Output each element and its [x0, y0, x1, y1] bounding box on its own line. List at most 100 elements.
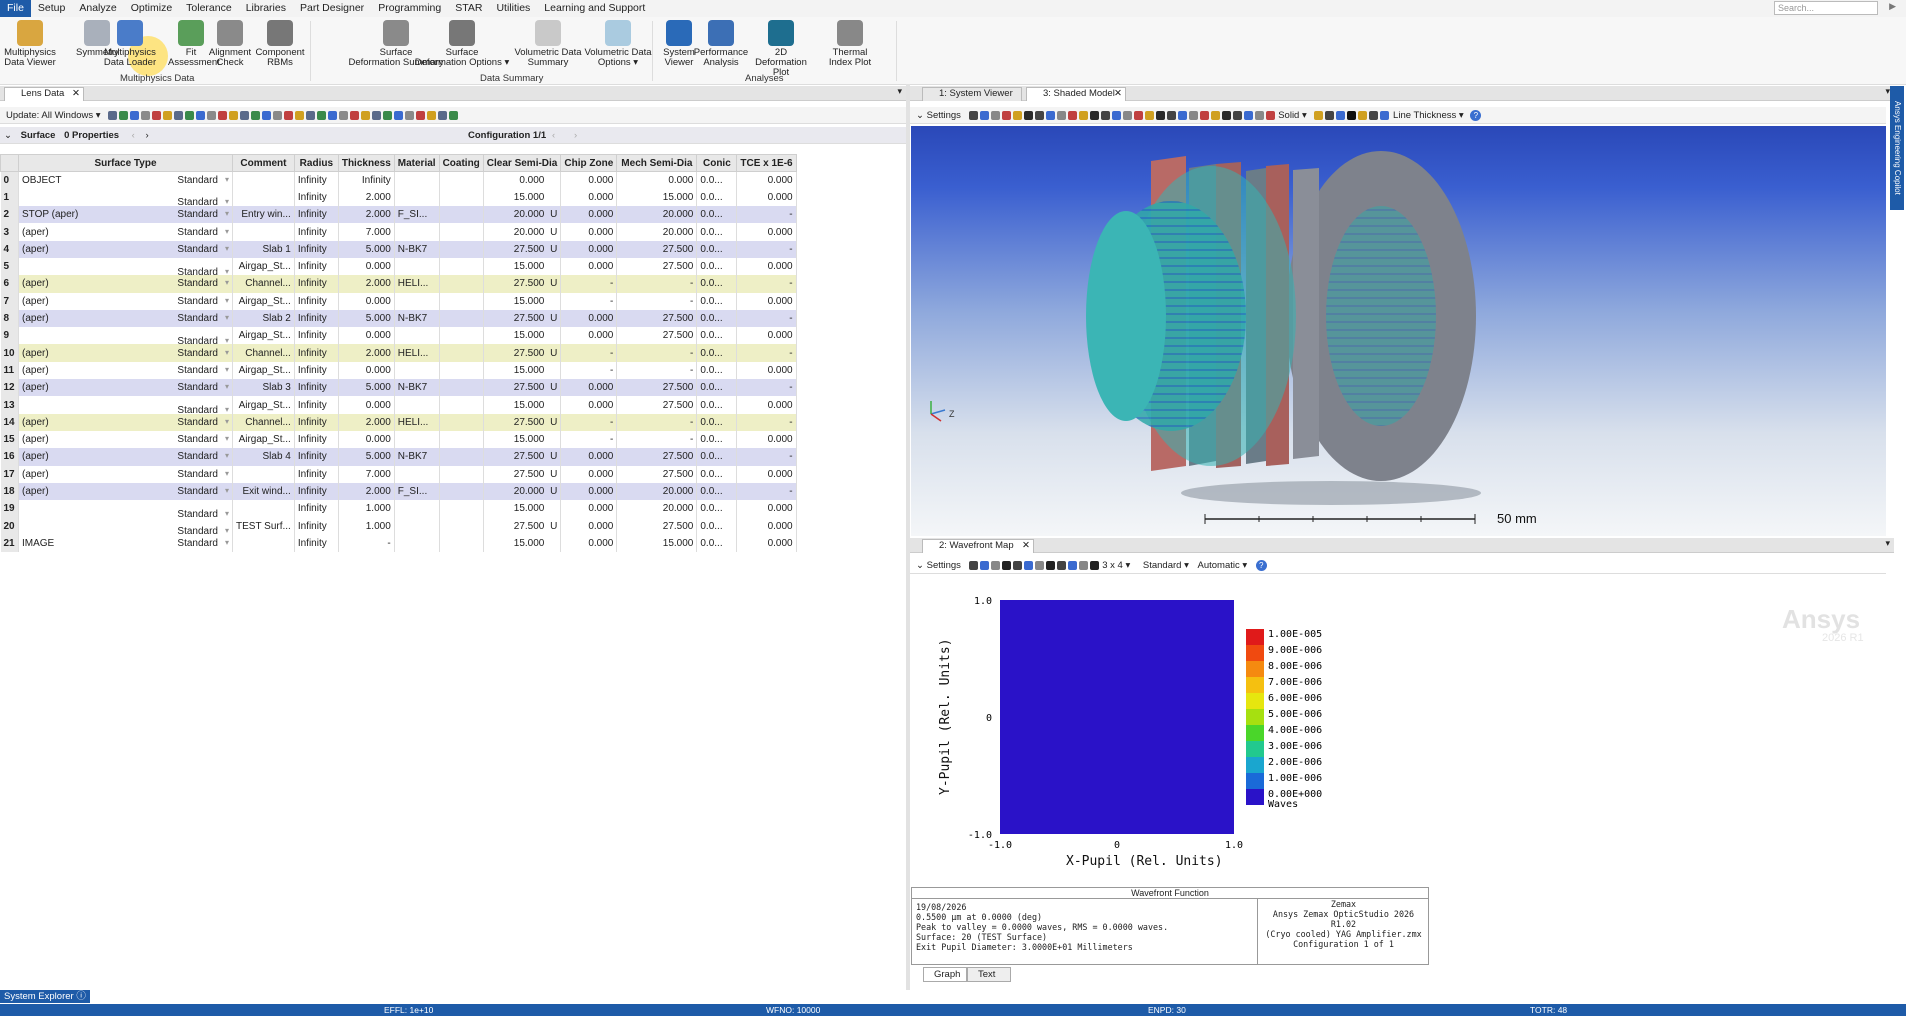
column-header[interactable]: Surface Type: [18, 154, 233, 172]
clear-semi-dia-cell[interactable]: 15.000: [483, 396, 562, 414]
close-icon[interactable]: ✕: [1022, 540, 1030, 552]
conic-cell[interactable]: 0.0...: [696, 171, 738, 189]
prev-surface-icon[interactable]: ‹: [132, 130, 135, 141]
toolbar-icon[interactable]: [438, 110, 448, 120]
dropdown-arrow-icon[interactable]: ▾: [225, 486, 229, 495]
coating-cell[interactable]: [439, 344, 484, 362]
surface-type-cell[interactable]: (aper) Standard ▾: [18, 430, 233, 449]
radius-cell[interactable]: Infinity: [294, 275, 339, 293]
toolbar-icon[interactable]: [979, 560, 989, 570]
line-thickness-dropdown[interactable]: Line Thickness ▾: [1393, 110, 1464, 121]
toolbar-icon[interactable]: [1023, 560, 1033, 570]
table-row[interactable]: 8 (aper) Standard ▾ Slab 2 Infinity 5.000 N-BK7…: [0, 309, 797, 328]
radius-cell[interactable]: Infinity: [294, 223, 339, 241]
material-cell[interactable]: [394, 430, 440, 449]
performance-analysis-button[interactable]: Performance Analysis: [692, 20, 750, 68]
tce-cell[interactable]: 0.000: [736, 534, 797, 553]
menu-star[interactable]: STAR: [448, 0, 489, 17]
coating-cell[interactable]: [439, 206, 484, 224]
thickness-cell[interactable]: 7.000: [338, 465, 395, 483]
toolbar-icon[interactable]: [1034, 110, 1044, 120]
surface-type-cell[interactable]: (aper) Standard ▾: [18, 309, 233, 328]
panel-menu-icon[interactable]: ▾: [1885, 538, 1890, 549]
toolbar-icon[interactable]: [990, 560, 1000, 570]
dropdown-arrow-icon[interactable]: ▾: [225, 365, 229, 374]
toolbar-icon[interactable]: [1056, 560, 1066, 570]
clear-semi-dia-cell[interactable]: 15.000: [483, 361, 562, 380]
search-input[interactable]: Search...: [1774, 1, 1878, 15]
conic-cell[interactable]: 0.0...: [696, 309, 738, 328]
toolbar-icon[interactable]: [1067, 110, 1077, 120]
close-icon[interactable]: ✕: [1114, 88, 1122, 100]
clear-semi-dia-cell[interactable]: 27.500 U: [483, 448, 562, 466]
material-cell[interactable]: [394, 292, 440, 310]
clear-semi-dia-cell[interactable]: 27.500 U: [483, 344, 562, 362]
clear-semi-dia-cell[interactable]: 20.000 U: [483, 223, 562, 241]
next-surface-icon[interactable]: ›: [145, 130, 148, 141]
thickness-cell[interactable]: 5.000: [338, 379, 395, 397]
radius-cell[interactable]: Infinity: [294, 430, 339, 449]
column-header[interactable]: Thickness: [337, 154, 395, 172]
chip-zone-cell[interactable]: 0.000: [560, 171, 618, 189]
toolbar-icon[interactable]: [1100, 110, 1110, 120]
tce-cell[interactable]: 0.000: [736, 396, 797, 414]
table-row[interactable]: 10 (aper) Standard ▾ Channel... Infinity 2.000…: [0, 344, 797, 362]
conic-cell[interactable]: 0.0...: [696, 500, 738, 518]
dropdown-arrow-icon[interactable]: ▾: [225, 469, 229, 478]
comment-cell[interactable]: [232, 188, 295, 207]
toolbar-icon[interactable]: [1358, 110, 1368, 120]
mech-semi-dia-cell[interactable]: 0.000: [616, 171, 698, 189]
dropdown-arrow-icon[interactable]: ▾: [225, 382, 229, 391]
dropdown-arrow-icon[interactable]: ▾: [225, 197, 229, 206]
toolbar-icon[interactable]: [1078, 110, 1088, 120]
dropdown-arrow-icon[interactable]: ▾: [225, 451, 229, 460]
toolbar-icon[interactable]: [449, 110, 459, 120]
table-row[interactable]: 13 Standard ▾ Airgap_St... Infinity 0.000 15.0…: [0, 396, 797, 414]
clear-semi-dia-cell[interactable]: 20.000 U: [483, 206, 562, 224]
conic-cell[interactable]: 0.0...: [696, 396, 738, 414]
radius-cell[interactable]: Infinity: [294, 379, 339, 397]
deformation-options-button[interactable]: Surface Deformation Options ▾: [414, 20, 510, 68]
toolbar-icon[interactable]: [1188, 110, 1198, 120]
toolbar-icon[interactable]: [174, 110, 184, 120]
comment-cell[interactable]: [232, 223, 295, 241]
conic-cell[interactable]: 0.0...: [696, 413, 738, 431]
toolbar-icon[interactable]: [1336, 110, 1346, 120]
coating-cell[interactable]: [439, 223, 484, 241]
material-cell[interactable]: [394, 188, 440, 207]
thickness-cell[interactable]: 2.000: [338, 344, 395, 362]
clear-semi-dia-cell[interactable]: 15.000: [483, 292, 562, 310]
comment-cell[interactable]: [232, 534, 295, 553]
dropdown-arrow-icon[interactable]: ▾: [225, 348, 229, 357]
toolbar-icon[interactable]: [328, 110, 338, 120]
chip-zone-cell[interactable]: 0.000: [560, 327, 618, 345]
alignment-check-button[interactable]: Alignment Check: [206, 20, 254, 68]
chip-zone-cell[interactable]: 0.000: [560, 448, 618, 466]
toolbar-icon[interactable]: [1314, 110, 1324, 120]
chip-zone-cell[interactable]: -: [560, 344, 618, 362]
material-cell[interactable]: HELI...: [394, 413, 440, 431]
material-cell[interactable]: N-BK7: [394, 309, 440, 328]
settings-button[interactable]: ⌄ Settings: [910, 560, 961, 571]
thickness-cell[interactable]: 2.000: [338, 206, 395, 224]
toolbar-icon[interactable]: [295, 110, 305, 120]
radius-cell[interactable]: Infinity: [294, 188, 339, 207]
mech-semi-dia-cell[interactable]: 15.000: [616, 534, 698, 553]
mech-semi-dia-cell[interactable]: 20.000: [616, 206, 698, 224]
toolbar-icon[interactable]: [1067, 560, 1077, 570]
dropdown-arrow-icon[interactable]: ▾: [225, 313, 229, 322]
toolbar-icon[interactable]: [968, 560, 978, 570]
menu-programming[interactable]: Programming: [371, 0, 448, 17]
thickness-cell[interactable]: 0.000: [338, 327, 395, 345]
chip-zone-cell[interactable]: 0.000: [560, 223, 618, 241]
thickness-cell[interactable]: 5.000: [338, 240, 395, 258]
toolbar-icon[interactable]: [1232, 110, 1242, 120]
coating-cell[interactable]: [439, 292, 484, 310]
menu-utilities[interactable]: Utilities: [489, 0, 537, 17]
toolbar-icon[interactable]: [1012, 110, 1022, 120]
tce-cell[interactable]: -: [736, 240, 797, 258]
clear-semi-dia-cell[interactable]: 27.500 U: [483, 379, 562, 397]
comment-cell[interactable]: TEST Surf...: [232, 517, 295, 535]
toolbar-icon[interactable]: [1012, 560, 1022, 570]
chip-zone-cell[interactable]: 0.000: [560, 482, 618, 501]
